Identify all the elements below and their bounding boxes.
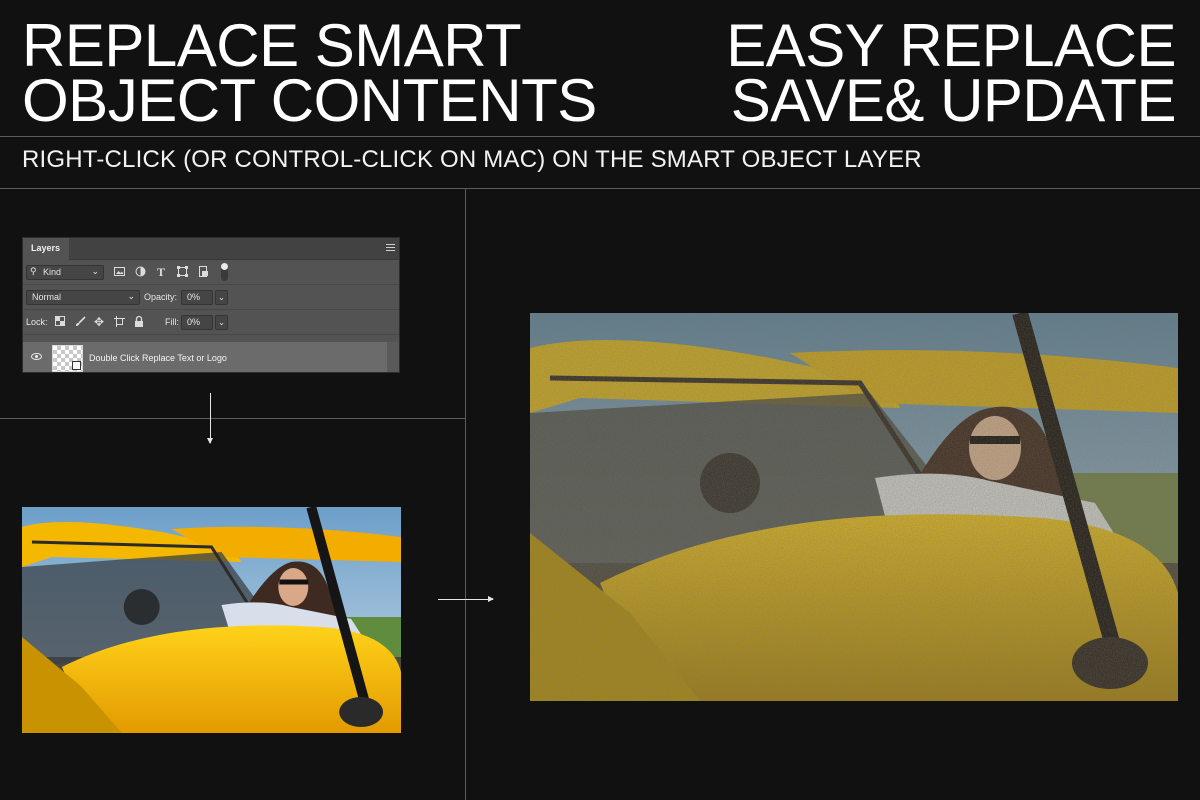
panel-menu-icon[interactable]	[386, 244, 395, 252]
arrow-right-icon	[438, 596, 494, 602]
layer-thumbnail[interactable]	[52, 345, 83, 372]
arrow-down-icon	[207, 393, 213, 444]
panel-scrollbar[interactable]	[387, 342, 399, 372]
lock-paint-icon[interactable]	[74, 316, 86, 328]
filter-kind-select[interactable]: ⚲ Kind ⌄	[26, 265, 104, 280]
original-photo	[22, 507, 401, 733]
adjustment-filter-icon[interactable]	[134, 266, 146, 278]
headline-right-line1: EASY REPLACE	[726, 12, 1176, 79]
eye-icon[interactable]	[31, 353, 42, 360]
lock-move-icon[interactable]: ✥	[93, 316, 105, 328]
headline-left-line2: OBJECT CONTENTS	[22, 67, 597, 134]
chevron-down-icon: ⌄	[91, 266, 99, 276]
column-divider	[465, 189, 466, 800]
type-filter-icon[interactable]: T	[155, 266, 167, 278]
blend-row: Normal ⌄ Opacity: 0% ⌄	[23, 285, 399, 310]
image-filter-icon[interactable]	[113, 266, 125, 278]
opacity-value: 0%	[187, 292, 201, 302]
result-photo	[530, 313, 1178, 701]
filter-toggle-icon[interactable]	[221, 263, 228, 281]
chevron-down-icon: ⌄	[127, 291, 135, 301]
fill-input[interactable]: 0%	[181, 315, 213, 330]
left-row-divider	[0, 418, 465, 419]
opacity-input[interactable]: 0%	[181, 290, 213, 305]
filter-kind-value: Kind	[43, 267, 62, 277]
fill-dropdown-button[interactable]: ⌄	[215, 315, 228, 330]
opacity-dropdown-button[interactable]: ⌄	[215, 290, 228, 305]
headline-right: EASY REPLACE SAVE& UPDATE	[726, 12, 1177, 134]
lock-artboard-icon[interactable]	[113, 316, 125, 328]
smart-object-badge-icon	[72, 361, 81, 370]
headline-right-line2: SAVE& UPDATE	[730, 67, 1177, 134]
lock-transparent-icon[interactable]	[54, 316, 66, 328]
layers-tab-bar: Layers	[23, 238, 399, 260]
layer-name: Double Click Replace Text or Logo	[89, 353, 227, 363]
filter-row: ⚲ Kind ⌄ T	[23, 260, 399, 285]
blend-mode-select[interactable]: Normal ⌄	[26, 290, 140, 305]
lock-label: Lock:	[26, 317, 48, 327]
blend-mode-value: Normal	[32, 292, 62, 302]
layers-panel: Layers ⚲ Kind ⌄ T Normal ⌄ Opacity: 0% ⌄…	[22, 237, 400, 373]
headline-left: REPLACE SMART OBJECT CONTENTS	[22, 12, 597, 134]
lock-row: Lock: ✥ Fill: 0% ⌄	[23, 310, 399, 335]
fill-label: Fill:	[165, 317, 179, 327]
shape-filter-icon[interactable]	[176, 266, 188, 278]
lock-all-icon[interactable]	[133, 315, 145, 328]
smart-object-filter-icon[interactable]	[197, 266, 209, 278]
search-icon: ⚲	[30, 266, 37, 276]
fill-value: 0%	[187, 317, 201, 327]
smart-object-layer[interactable]: Double Click Replace Text or Logo	[23, 342, 399, 372]
header-divider	[0, 136, 1200, 137]
layers-tab[interactable]: Layers	[23, 238, 69, 260]
opacity-label: Opacity:	[144, 292, 178, 302]
headline-left-line1: REPLACE SMART	[22, 12, 522, 79]
instruction-divider	[0, 188, 1200, 189]
instruction-text: RIGHT-CLICK (OR CONTROL-CLICK ON MAC) ON…	[22, 146, 922, 173]
